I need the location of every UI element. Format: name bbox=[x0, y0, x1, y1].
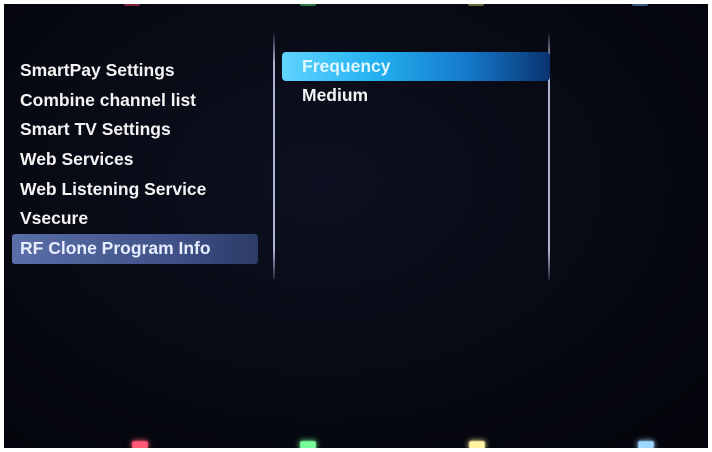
settings-menu: SmartPay Settings Combine channel list S… bbox=[12, 56, 258, 264]
red-key-indicator[interactable] bbox=[132, 441, 148, 448]
menu-item-rf-clone-program-info[interactable]: RF Clone Program Info bbox=[12, 234, 258, 264]
menu-item-label: SmartPay Settings bbox=[20, 60, 175, 80]
menu-item-label: Combine channel list bbox=[20, 89, 196, 110]
submenu-panel: Frequency Medium bbox=[282, 52, 550, 110]
submenu-item-frequency[interactable]: Frequency bbox=[282, 52, 550, 81]
red-key-indicator-top bbox=[124, 4, 140, 6]
submenu-item-label: Frequency bbox=[302, 56, 391, 76]
menu-item-smart-tv-settings[interactable]: Smart TV Settings bbox=[12, 115, 258, 145]
yellow-key-indicator-top bbox=[468, 4, 484, 6]
tv-screen: SmartPay Settings Combine channel list S… bbox=[4, 4, 708, 448]
menu-item-combine-channel-list[interactable]: Combine channel list bbox=[12, 86, 258, 116]
left-column-divider bbox=[273, 34, 275, 279]
green-key-indicator-top bbox=[300, 4, 316, 6]
menu-item-label: Web Listening Service bbox=[20, 178, 207, 199]
blue-key-indicator-top bbox=[632, 4, 648, 6]
menu-item-label: Web Services bbox=[20, 149, 134, 170]
menu-item-label: RF Clone Program Info bbox=[20, 238, 211, 259]
submenu-item-label: Medium bbox=[302, 85, 369, 105]
submenu-item-medium[interactable]: Medium bbox=[282, 81, 550, 110]
green-key-indicator[interactable] bbox=[300, 441, 316, 448]
menu-item-label: Smart TV Settings bbox=[20, 119, 171, 140]
blue-key-indicator[interactable] bbox=[638, 441, 654, 448]
yellow-key-indicator[interactable] bbox=[469, 441, 485, 448]
menu-item-web-services[interactable]: Web Services bbox=[12, 145, 258, 175]
menu-item-vsecure[interactable]: Vsecure bbox=[12, 204, 258, 234]
menu-item-label: Vsecure bbox=[20, 208, 89, 229]
menu-item-smartpay-settings[interactable]: SmartPay Settings bbox=[12, 56, 258, 86]
menu-item-web-listening-service[interactable]: Web Listening Service bbox=[12, 175, 258, 205]
